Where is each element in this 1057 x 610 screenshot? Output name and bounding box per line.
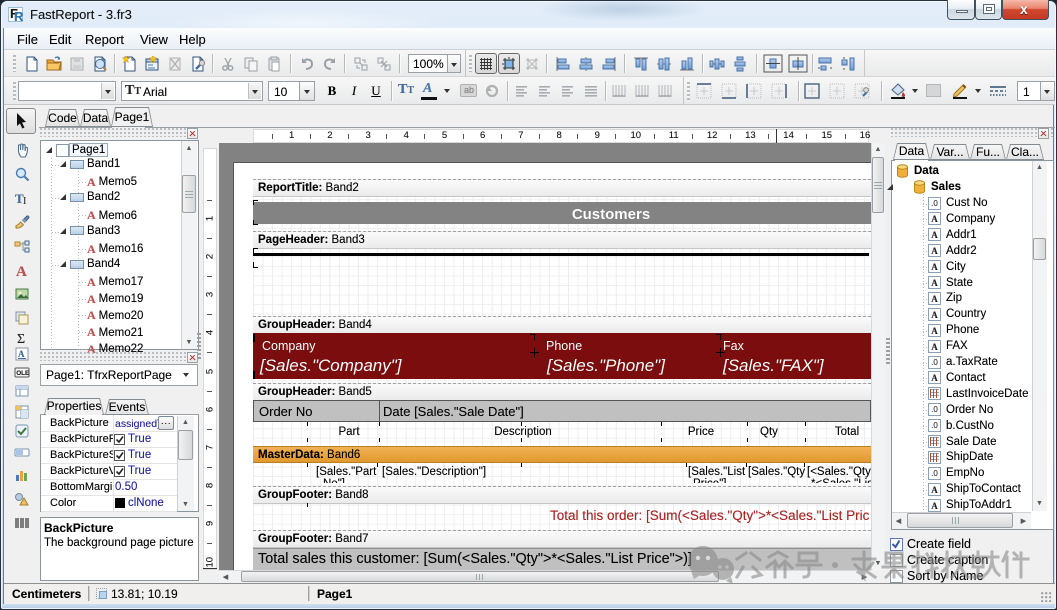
svg-text:OLE: OLE <box>16 370 30 377</box>
svg-text:I: I <box>23 196 26 206</box>
svg-text:A: A <box>16 264 27 278</box>
svg-text:Σ: Σ <box>17 332 25 345</box>
svg-text:A: A <box>18 349 25 359</box>
